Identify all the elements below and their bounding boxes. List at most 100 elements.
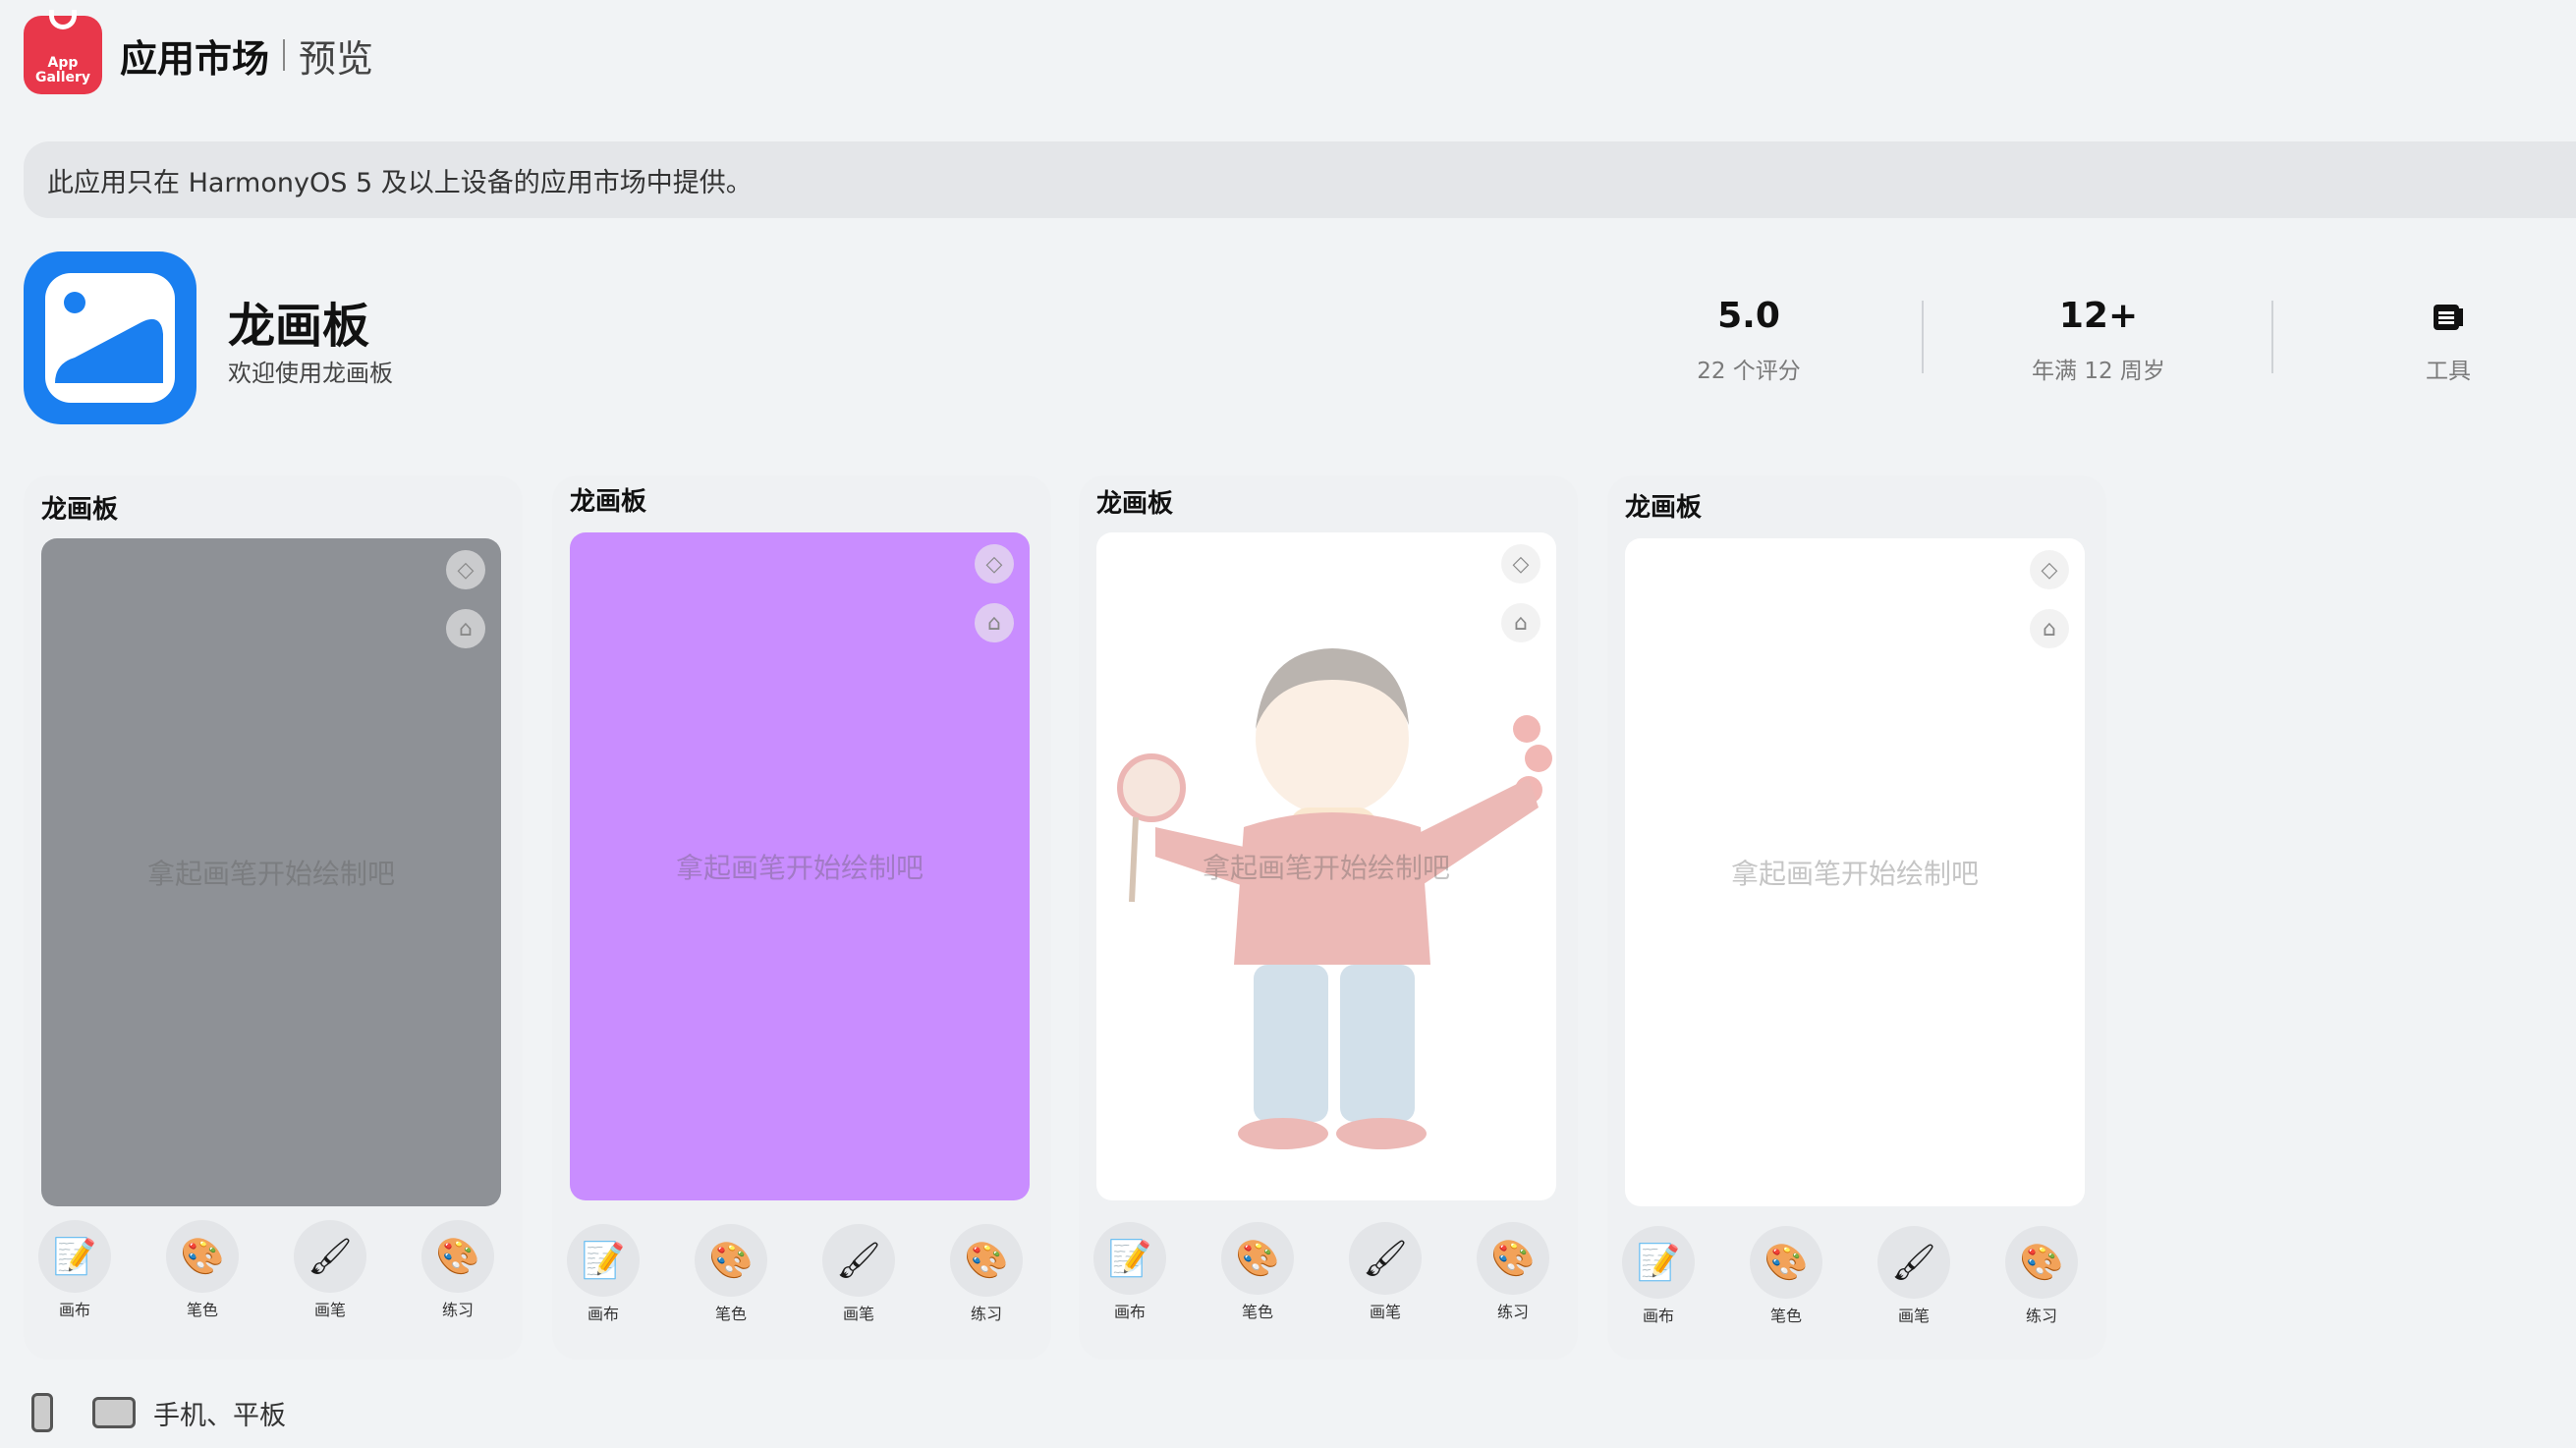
toolbar-canvas[interactable]: 📝 画布 <box>1609 1226 1708 1326</box>
canvas-icon: 📝 <box>38 1220 111 1293</box>
toolbar-label: 画笔 <box>1897 1307 1930 1325</box>
bottom-toolbar: 📝 画布 🎨 笔色 🖌 画笔 🎨 练习 <box>1079 1222 1578 1322</box>
logo-text-app: App <box>47 55 79 71</box>
clear-brush-icon[interactable]: ⌂ <box>975 603 1014 642</box>
toolbar-label: 笔色 <box>714 1305 747 1323</box>
canvas-hint: 拿起画笔开始绘制吧 <box>675 852 924 884</box>
toolbar-label: 画布 <box>58 1301 90 1319</box>
toolbar-label: 画笔 <box>313 1301 346 1319</box>
drawing-canvas: ◇ ⌂ 拿起画笔开始绘制吧 <box>41 538 501 1206</box>
toolbar-color[interactable]: 🎨 笔色 <box>153 1220 252 1320</box>
category-stat[interactable]: 工具 <box>2301 295 2576 385</box>
device-support: 手机、平板 <box>31 1389 286 1436</box>
toolbar-label: 笔色 <box>1769 1307 1802 1325</box>
screenshot-title: 龙画板 <box>570 487 647 517</box>
bottom-toolbar: 📝 画布 🎨 笔色 🖌 画笔 🎨 练习 <box>24 1220 523 1320</box>
toolbar-brush[interactable]: 🖌 画笔 <box>1865 1226 1963 1326</box>
app-icon <box>24 251 196 424</box>
eraser-icon[interactable]: ◇ <box>2030 550 2069 589</box>
toolbar-canvas[interactable]: 📝 画布 <box>26 1220 124 1320</box>
brush-icon: 🖌 <box>294 1220 366 1293</box>
screenshot-title: 龙画板 <box>1625 493 1703 523</box>
clear-brush-icon[interactable]: ⌂ <box>2030 609 2069 648</box>
logo-text-gallery: Gallery <box>34 70 91 85</box>
bottom-toolbar: 📝 画布 🎨 笔色 🖌 画笔 🎨 练习 <box>552 1224 1051 1324</box>
screenshot-1[interactable]: 龙画板 ◇ ⌂ 拿起画笔开始绘制吧 📝 画布 🎨 笔色 🖌 画笔 🎨 练习 <box>24 475 523 1360</box>
canvas-icon: 📝 <box>1093 1222 1166 1295</box>
toolbar-brush[interactable]: 🖌 画笔 <box>281 1220 379 1320</box>
toolbar-practice[interactable]: 🎨 练习 <box>409 1220 507 1320</box>
phone-icon <box>31 1393 53 1432</box>
canvas-icon: 📝 <box>1622 1226 1695 1299</box>
drawing-canvas: ◇ ⌂ 拿起画笔开始绘制吧 <box>1096 532 1556 1200</box>
toolbar-color[interactable]: 🎨 笔色 <box>1208 1222 1307 1322</box>
toolbar-label: 笔色 <box>1241 1303 1273 1321</box>
canvas-hint: 拿起画笔开始绘制吧 <box>146 858 395 890</box>
bottom-toolbar: 📝 画布 🎨 笔色 🖌 画笔 🎨 练习 <box>1607 1226 2106 1326</box>
image-icon <box>45 273 175 403</box>
rating-stat: 5.0 22 个评分 <box>1601 295 1896 385</box>
palette-icon: 🎨 <box>695 1224 767 1297</box>
stat-divider <box>1922 301 1924 373</box>
eraser-icon[interactable]: ◇ <box>1501 544 1540 584</box>
toolbar-label: 画笔 <box>842 1305 874 1323</box>
toolbar-canvas[interactable]: 📝 画布 <box>554 1224 652 1324</box>
canvas-hint: 拿起画笔开始绘制吧 <box>1202 852 1450 884</box>
eraser-icon[interactable]: ◇ <box>446 550 485 589</box>
toolbar-label: 练习 <box>970 1305 1002 1323</box>
toolbar-label: 笔色 <box>186 1301 218 1319</box>
screenshot-title: 龙画板 <box>41 495 119 525</box>
rating-value: 5.0 <box>1717 296 1780 336</box>
paint-palette-icon: 🎨 <box>421 1220 494 1293</box>
age-label: 年满 12 周岁 <box>2032 359 2165 384</box>
toolbar-canvas[interactable]: 📝 画布 <box>1081 1222 1179 1322</box>
toolbar-color[interactable]: 🎨 笔色 <box>1737 1226 1835 1326</box>
screenshot-2[interactable]: 龙画板 ◇ ⌂ 拿起画笔开始绘制吧 📝 画布 🎨 笔色 🖌 画笔 🎨 练习 <box>552 475 1051 1360</box>
brush-icon: 🖌 <box>1877 1226 1950 1299</box>
age-rating: 12+ <box>2058 296 2139 336</box>
toolbar-label: 画布 <box>1113 1303 1146 1321</box>
toolbar-label: 画布 <box>1642 1307 1674 1325</box>
toolbar-label: 练习 <box>1496 1303 1529 1321</box>
brush-icon: 🖌 <box>1349 1222 1422 1295</box>
screenshot-4[interactable]: 龙画板 ◇ ⌂ 拿起画笔开始绘制吧 📝 画布 🎨 笔色 🖌 画笔 🎨 练习 <box>1607 475 2106 1360</box>
app-description: 欢迎使用龙画板 <box>228 360 393 387</box>
toolbar-brush[interactable]: 🖌 画笔 <box>1336 1222 1434 1322</box>
toolbar-practice[interactable]: 🎨 练习 <box>1464 1222 1562 1322</box>
toolbar-color[interactable]: 🎨 笔色 <box>682 1224 780 1324</box>
paint-palette-icon: 🎨 <box>2005 1226 2078 1299</box>
clear-brush-icon[interactable]: ⌂ <box>446 609 485 648</box>
toolbar-label: 画笔 <box>1369 1303 1401 1321</box>
clear-brush-icon[interactable]: ⌂ <box>1501 603 1540 642</box>
toolbar-label: 练习 <box>2025 1307 2057 1325</box>
toolbar-practice[interactable]: 🎨 练习 <box>1992 1226 2091 1326</box>
screenshot-title: 龙画板 <box>1096 489 1174 519</box>
category-label: 工具 <box>2426 359 2471 384</box>
store-title: 应用市场 <box>120 36 270 81</box>
app-name: 龙画板 <box>228 299 370 354</box>
header-divider <box>283 39 286 71</box>
drawing-canvas: ◇ ⌂ 拿起画笔开始绘制吧 <box>570 532 1030 1200</box>
rating-count: 22 个评分 <box>1697 359 1801 384</box>
canvas-hint: 拿起画笔开始绘制吧 <box>1730 858 1979 890</box>
preview-label: 预览 <box>299 36 374 81</box>
toolbar-label: 练习 <box>441 1301 474 1319</box>
paint-palette-icon: 🎨 <box>1477 1222 1549 1295</box>
stat-divider <box>2271 301 2273 373</box>
book-icon <box>2301 295 2576 338</box>
tablet-icon <box>92 1397 136 1428</box>
brush-icon: 🖌 <box>822 1224 895 1297</box>
shopping-bag-icon <box>49 10 77 29</box>
palette-icon: 🎨 <box>1750 1226 1822 1299</box>
availability-notice: 此应用只在 HarmonyOS 5 及以上设备的应用市场中提供。 <box>24 141 2576 218</box>
app-gallery-logo[interactable]: App Gallery <box>24 10 102 94</box>
toolbar-brush[interactable]: 🖌 画笔 <box>810 1224 908 1324</box>
palette-icon: 🎨 <box>1221 1222 1294 1295</box>
toolbar-practice[interactable]: 🎨 练习 <box>937 1224 1036 1324</box>
eraser-icon[interactable]: ◇ <box>975 544 1014 584</box>
store-header: App Gallery 应用市场 预览 <box>24 10 374 94</box>
screenshot-3[interactable]: 龙画板 ◇ ⌂ 拿起画笔开始绘制吧 📝 画布 🎨 笔色 🖌 画笔 🎨 练习 <box>1079 475 1578 1360</box>
drawing-canvas: ◇ ⌂ 拿起画笔开始绘制吧 <box>1625 538 2085 1206</box>
palette-icon: 🎨 <box>166 1220 239 1293</box>
toolbar-label: 画布 <box>587 1305 619 1323</box>
